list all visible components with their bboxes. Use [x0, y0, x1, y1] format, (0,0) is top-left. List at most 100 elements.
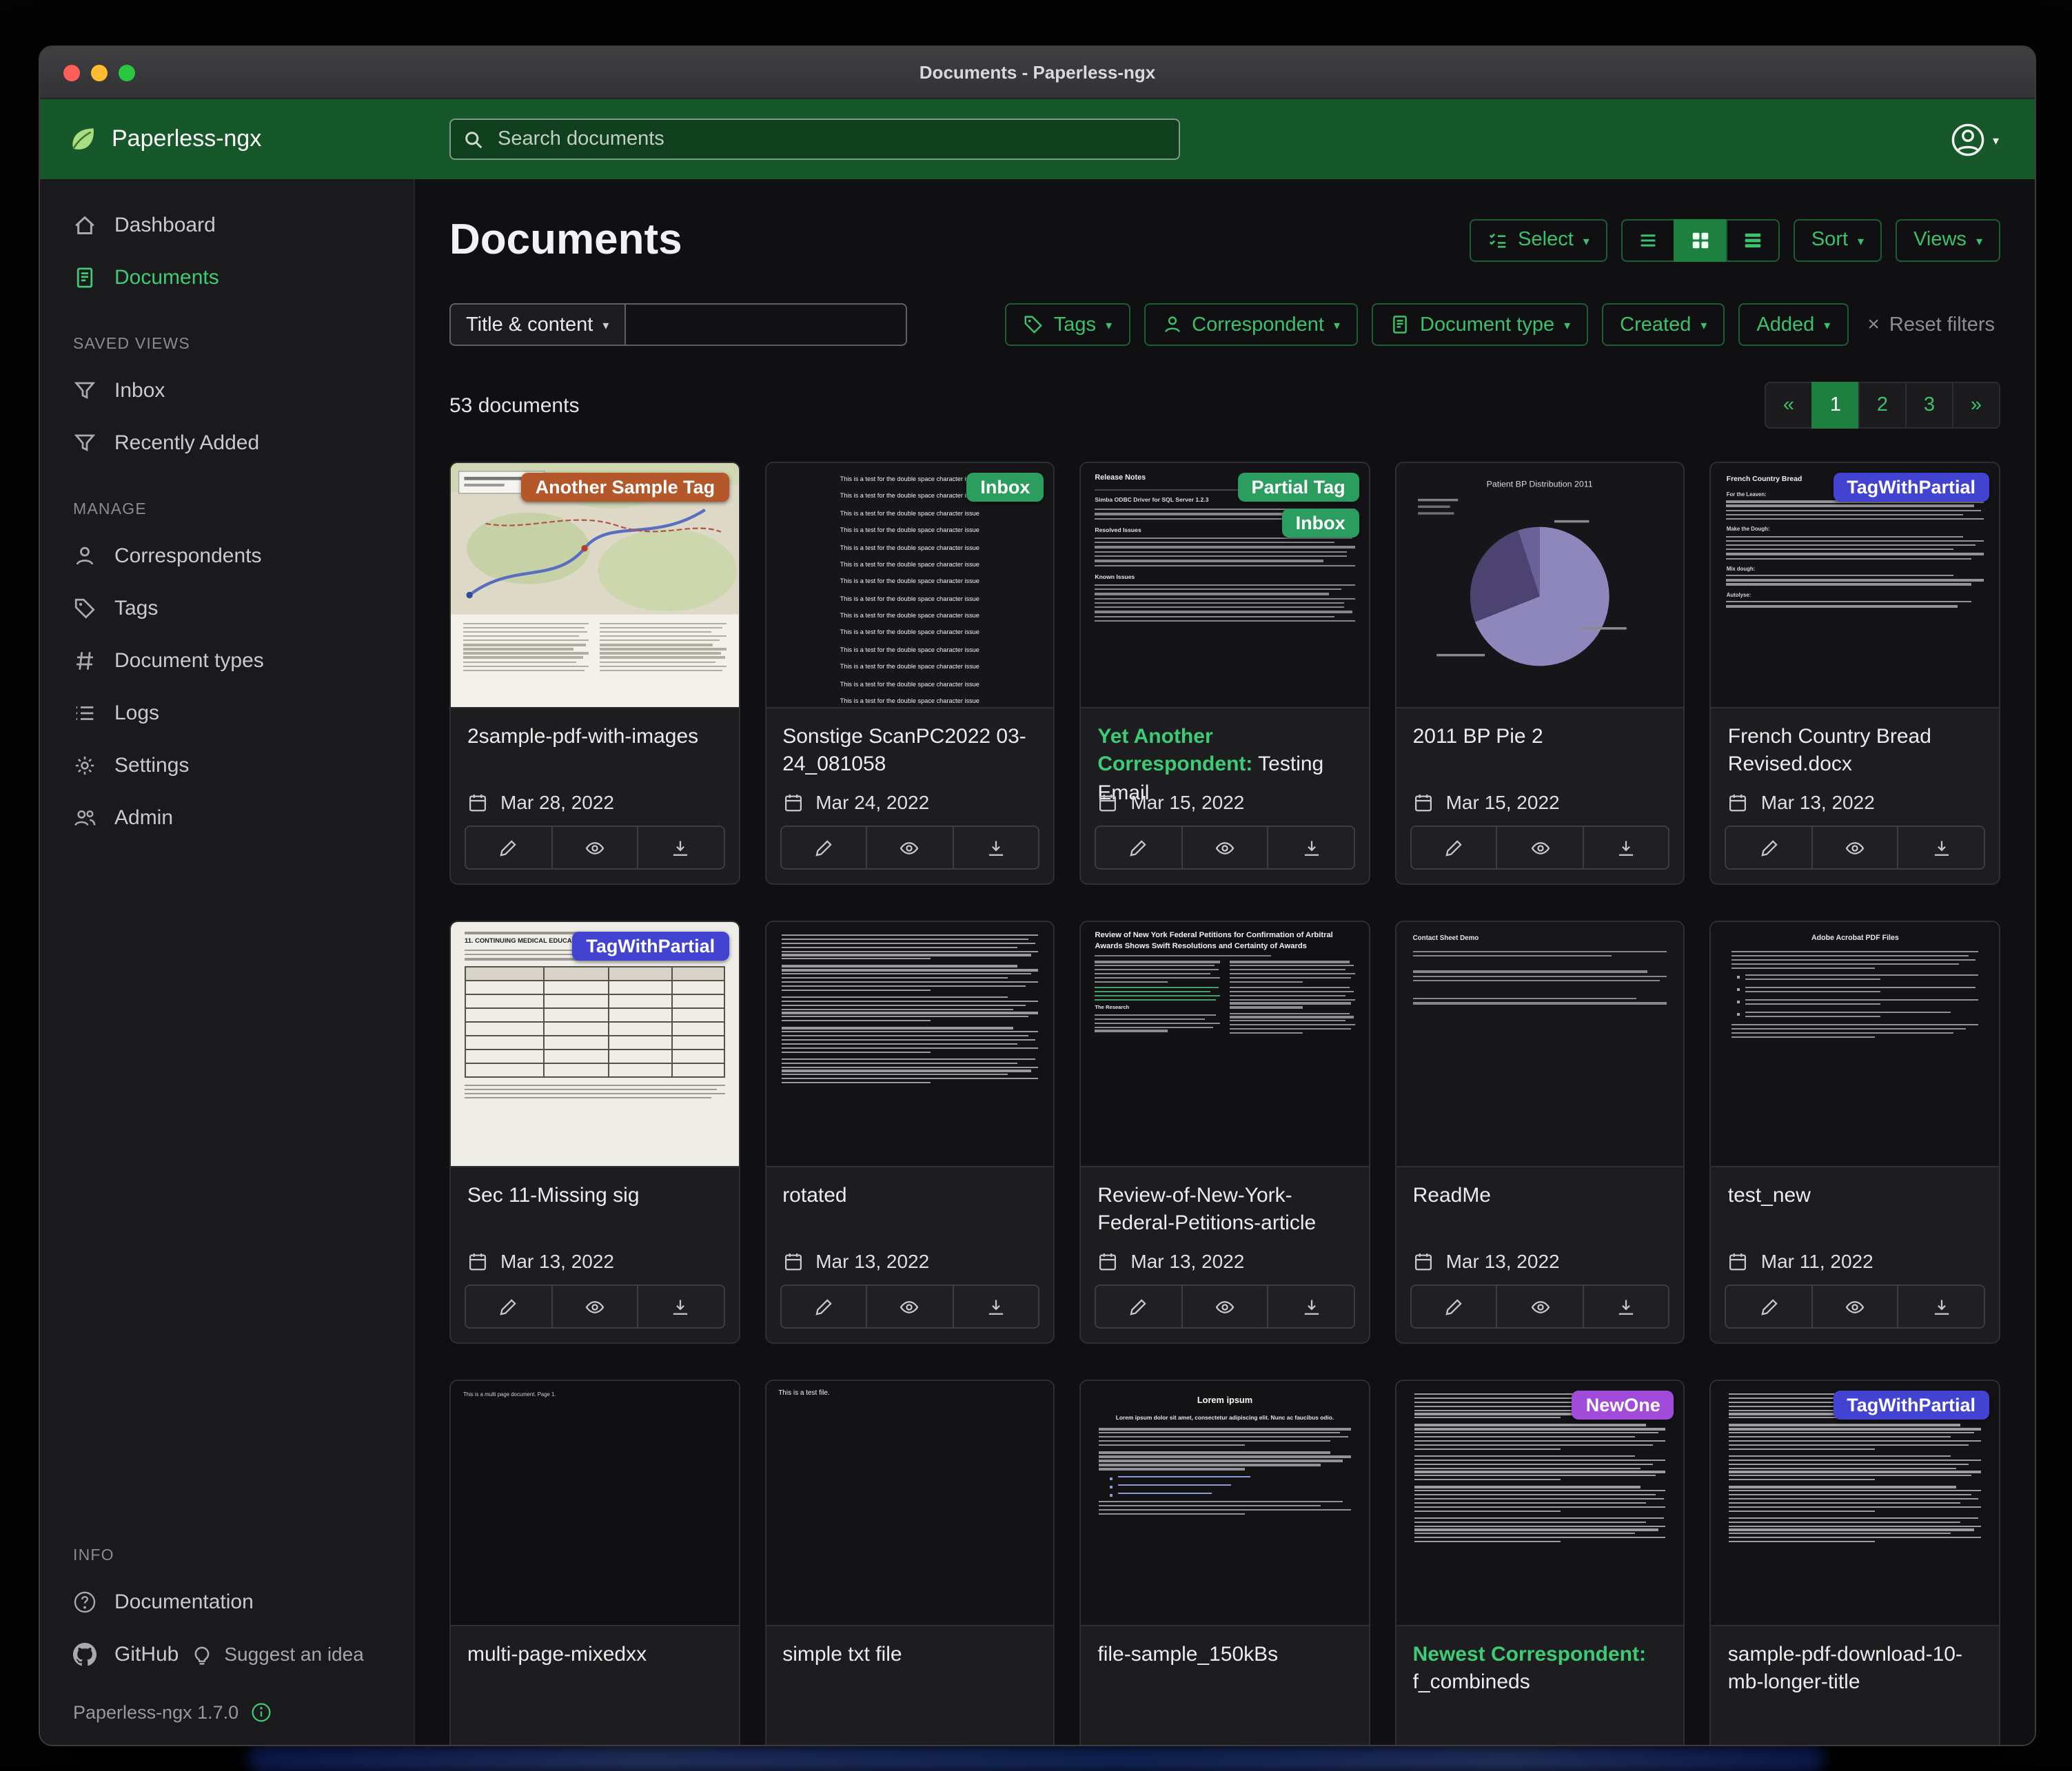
document-card[interactable]: This is a test file.simple txt file: [764, 1380, 1055, 1745]
sidebar-item-documents[interactable]: Documents: [40, 251, 414, 303]
document-thumbnail[interactable]: Patient BP Distribution 2011: [1396, 463, 1684, 708]
download-button[interactable]: [952, 827, 1038, 868]
document-card[interactable]: This is a test for the double space char…: [764, 462, 1055, 885]
document-title[interactable]: file-sample_150kBs: [1097, 1641, 1352, 1670]
document-title[interactable]: rotated: [782, 1183, 1037, 1211]
tag-badge[interactable]: Partial Tag: [1238, 473, 1359, 502]
tag-badge[interactable]: Another Sample Tag: [522, 473, 729, 502]
correspondent-filter-dropdown[interactable]: Correspondent ▾: [1144, 303, 1358, 346]
close-window-button[interactable]: [63, 64, 80, 81]
brand[interactable]: Paperless-ngx: [68, 124, 449, 154]
document-title[interactable]: 2011 BP Pie 2: [1413, 724, 1667, 752]
zoom-window-button[interactable]: [119, 64, 135, 81]
view-button[interactable]: [551, 827, 637, 868]
edit-button[interactable]: [1412, 1286, 1496, 1327]
sort-dropdown[interactable]: Sort ▾: [1794, 218, 1882, 261]
document-card[interactable]: Release NotesSimba ODBC Driver for SQL S…: [1079, 462, 1370, 885]
pagination-page-3[interactable]: 3: [1905, 382, 1953, 429]
user-menu[interactable]: ▾: [1951, 122, 1999, 156]
document-title[interactable]: sample-pdf-download-10-mb-longer-title: [1728, 1641, 1982, 1697]
edit-button[interactable]: [1096, 1286, 1181, 1327]
document-card[interactable]: rotatedMar 13, 2022: [764, 921, 1055, 1344]
sidebar-item-recently-added[interactable]: Recently Added: [40, 416, 414, 469]
document-title[interactable]: ReadMe: [1413, 1183, 1667, 1211]
document-title[interactable]: Review-of-New-York-Federal-Petitions-art…: [1097, 1183, 1352, 1238]
document-type-filter-dropdown[interactable]: Document type ▾: [1372, 303, 1588, 346]
document-title[interactable]: 2sample-pdf-with-images: [467, 724, 722, 752]
document-thumbnail[interactable]: [766, 922, 1053, 1167]
document-card[interactable]: French Country BreadFor the Leaven:Make …: [1710, 462, 2000, 885]
edit-button[interactable]: [781, 1286, 866, 1327]
document-title[interactable]: multi-page-mixedxx: [467, 1641, 722, 1670]
document-card[interactable]: TagWithPartialsample-pdf-download-10-mb-…: [1710, 1380, 2000, 1745]
info-circle-icon[interactable]: [251, 1702, 272, 1723]
tags-filter-dropdown[interactable]: Tags ▾: [1006, 303, 1130, 346]
document-card[interactable]: Lorem ipsumLorem ipsum dolor sit amet, c…: [1079, 1380, 1370, 1745]
view-button[interactable]: [1811, 827, 1898, 868]
tag-badge[interactable]: Inbox: [966, 473, 1044, 502]
title-content-dropdown[interactable]: Title & content ▾: [449, 303, 625, 346]
pagination-page-2[interactable]: 2: [1858, 382, 1907, 429]
created-filter-dropdown[interactable]: Created ▾: [1602, 303, 1725, 346]
select-dropdown[interactable]: Select ▾: [1470, 218, 1607, 261]
tag-badge[interactable]: NewOne: [1572, 1391, 1674, 1420]
view-button[interactable]: [1811, 1286, 1898, 1327]
document-thumbnail[interactable]: Contact Sheet Demo: [1396, 922, 1684, 1167]
view-button[interactable]: [551, 1286, 637, 1327]
search-input[interactable]: [495, 127, 1166, 152]
sidebar-item-tags[interactable]: Tags: [40, 582, 414, 634]
view-button[interactable]: [1181, 1286, 1267, 1327]
edit-button[interactable]: [1412, 827, 1496, 868]
download-button[interactable]: [1898, 827, 1984, 868]
document-card[interactable]: Patient BP Distribution 2011 2011 BP Pie …: [1395, 462, 1685, 885]
document-title[interactable]: French Country Bread Revised.docx: [1728, 724, 1982, 779]
tag-badge[interactable]: TagWithPartial: [1833, 473, 1989, 502]
view-button[interactable]: [866, 827, 952, 868]
view-button[interactable]: [1181, 827, 1267, 868]
download-button[interactable]: [1583, 827, 1669, 868]
sidebar-item-github[interactable]: GitHub: [40, 1628, 190, 1680]
sidebar-item-logs[interactable]: Logs: [40, 686, 414, 739]
search-bar[interactable]: [449, 119, 1180, 160]
download-button[interactable]: [637, 827, 723, 868]
document-title[interactable]: Sec 11-Missing sig: [467, 1183, 722, 1211]
document-card[interactable]: Contact Sheet DemoReadMeMar 13, 2022: [1395, 921, 1685, 1344]
sidebar-item-inbox[interactable]: Inbox: [40, 364, 414, 416]
pagination-page-1[interactable]: 1: [1811, 382, 1860, 429]
list-view-button[interactable]: [1621, 218, 1675, 261]
sidebar-item-documentation[interactable]: Documentation: [40, 1575, 414, 1628]
document-card[interactable]: 11. CONTINUING MEDICAL EDUCATagWithParti…: [449, 921, 740, 1344]
correspondent-link[interactable]: Newest Correspondent:: [1413, 1643, 1646, 1666]
document-title[interactable]: Sonstige ScanPC2022 03-24_081058: [782, 724, 1037, 779]
document-card[interactable]: This is a multi page document. Page 1. mu…: [449, 1380, 740, 1745]
pagination-next[interactable]: »: [1952, 382, 2000, 429]
download-button[interactable]: [1898, 1286, 1984, 1327]
pagination-prev[interactable]: «: [1765, 382, 1813, 429]
edit-button[interactable]: [781, 827, 866, 868]
reset-filters-button[interactable]: × Reset filters: [1862, 313, 2000, 336]
document-thumbnail[interactable]: This is a multi page document. Page 1.: [451, 1381, 738, 1626]
views-dropdown[interactable]: Views ▾: [1896, 218, 2000, 261]
detail-view-button[interactable]: [1726, 218, 1780, 261]
document-thumbnail[interactable]: Review of New York Federal Petitions for…: [1081, 922, 1368, 1167]
edit-button[interactable]: [466, 1286, 551, 1327]
grid-view-button[interactable]: [1674, 218, 1727, 261]
view-button[interactable]: [866, 1286, 952, 1327]
document-card[interactable]: Another Sample Tag 2sample-pdf-with-image…: [449, 462, 740, 885]
sidebar-item-suggest-idea[interactable]: Suggest an idea: [190, 1642, 363, 1666]
document-thumbnail[interactable]: Lorem ipsumLorem ipsum dolor sit amet, c…: [1081, 1381, 1368, 1626]
minimize-window-button[interactable]: [91, 64, 108, 81]
document-thumbnail[interactable]: Adobe Acrobat PDF Files: [1712, 922, 1999, 1167]
sidebar-item-dashboard[interactable]: Dashboard: [40, 198, 414, 251]
filter-text-input[interactable]: [625, 303, 907, 346]
download-button[interactable]: [952, 1286, 1038, 1327]
sidebar-item-admin[interactable]: Admin: [40, 791, 414, 843]
document-card[interactable]: NewOneNewest Correspondent: f_combineds: [1395, 1380, 1685, 1745]
edit-button[interactable]: [1727, 1286, 1811, 1327]
edit-button[interactable]: [1096, 827, 1181, 868]
sidebar-item-correspondents[interactable]: Correspondents: [40, 529, 414, 582]
document-thumbnail[interactable]: This is a test file.: [766, 1381, 1053, 1626]
download-button[interactable]: [1268, 1286, 1354, 1327]
edit-button[interactable]: [1727, 827, 1811, 868]
correspondent-link[interactable]: Yet Another Correspondent:: [1097, 725, 1252, 777]
